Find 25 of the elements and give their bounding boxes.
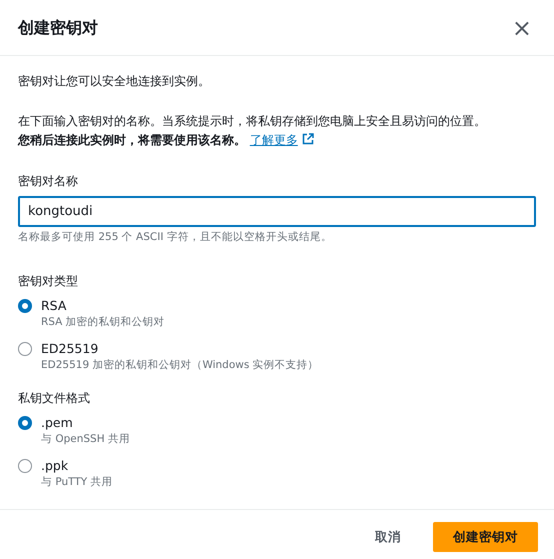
option-label: ED25519 bbox=[41, 340, 100, 358]
field-label: 密钥对名称 bbox=[18, 173, 79, 190]
group-label: 密钥对类型 bbox=[18, 272, 79, 290]
radio-button[interactable] bbox=[18, 298, 32, 313]
learn-more-link[interactable]: 了解更多 bbox=[250, 133, 314, 147]
intro-text: 密钥对让您可以安全地连接到实例。 bbox=[18, 73, 211, 90]
option-label: .pem bbox=[41, 414, 74, 432]
option-label: .ppk bbox=[41, 456, 70, 475]
cancel-button[interactable]: 取消 bbox=[359, 522, 417, 553]
name-input-field[interactable]: kongtoudi bbox=[18, 196, 536, 227]
option-label: RSA bbox=[41, 296, 68, 315]
radio-button[interactable] bbox=[18, 458, 32, 473]
option-description: RSA 加密的私钥和公钥对 bbox=[41, 314, 165, 330]
close-button[interactable]: × bbox=[508, 16, 536, 40]
create-button[interactable]: 创建密钥对 bbox=[433, 522, 538, 552]
field-hint: 名称最多可使用 255 个 ASCII 字符，且不能以空格开头或结尾。 bbox=[18, 230, 333, 245]
option-description: ED25519 加密的私钥和公钥对（Windows 实例不支持） bbox=[41, 358, 319, 373]
option-description: 与 PuTTY 共用 bbox=[41, 474, 113, 490]
dialog-title: 创建密钥对 bbox=[18, 16, 98, 38]
description-text: 在下面输入密钥对的名称。当系统提示时，将私钥存储到您电脑上安全且易访问的位置。您稍后连接此实例时，将需要使用该名称。 了解更多 bbox=[18, 113, 487, 149]
option-description: 与 OpenSSH 共用 bbox=[41, 432, 130, 447]
group-label: 私钥文件格式 bbox=[18, 390, 91, 407]
external-link-icon bbox=[302, 133, 314, 145]
radio-button[interactable] bbox=[18, 416, 32, 430]
radio-button[interactable] bbox=[18, 342, 32, 356]
